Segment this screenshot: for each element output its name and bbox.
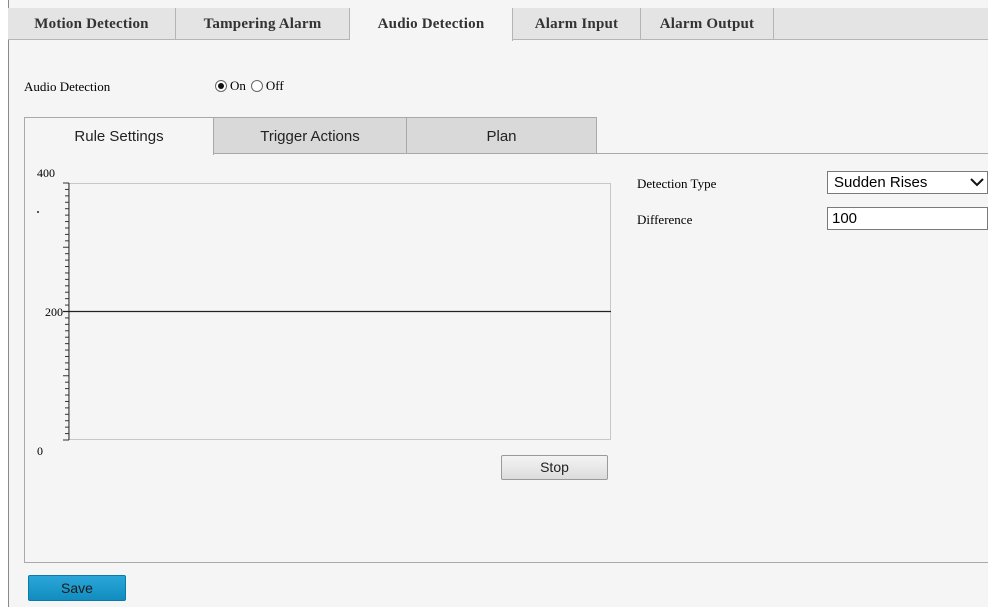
- detection-type-select[interactable]: Sudden Rises: [827, 171, 988, 194]
- save-button[interactable]: Save: [28, 575, 126, 601]
- detection-type-label: Detection Type: [637, 176, 717, 191]
- difference-label: Difference: [637, 212, 693, 227]
- difference-input[interactable]: 100: [827, 207, 988, 230]
- detection-type-value: Sudden Rises: [834, 174, 928, 191]
- audio-chart-svg: [63, 182, 611, 441]
- stop-button[interactable]: Stop: [501, 455, 608, 480]
- chevron-down-icon: [970, 178, 984, 187]
